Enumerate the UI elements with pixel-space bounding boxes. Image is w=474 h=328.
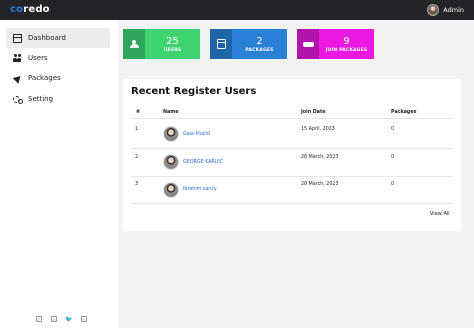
column-header-name: Name [163, 110, 179, 115]
column-header-packages: Packages [391, 110, 417, 115]
panel-title: Recent Register Users [131, 86, 257, 97]
avatar [163, 154, 179, 170]
column-header-number: # [136, 110, 141, 115]
users-icon [13, 53, 22, 63]
facebook-icon[interactable]: f [36, 316, 42, 322]
packages-count: 0 [391, 127, 395, 132]
calendar-icon [216, 39, 226, 49]
packages-count: 0 [391, 155, 395, 160]
stat-value: 2 [256, 35, 263, 47]
view-all-link[interactable]: View All [430, 211, 450, 217]
gear-icon [13, 95, 23, 104]
stat-label: JOIN PACKAGES [325, 47, 368, 53]
dashboard-icon [13, 33, 22, 43]
stat-card-packages[interactable]: 2 PACKAGES [210, 29, 287, 59]
twitter-icon[interactable]: 🐦 [65, 316, 72, 323]
sidebar: Dashboard Users Packages Setting [0, 20, 118, 328]
stat-card-join-packages[interactable]: 9 JOIN PACKAGES [297, 29, 374, 59]
row-number: 3 [135, 182, 139, 187]
linkedin-icon[interactable]: in [81, 316, 87, 322]
column-header-join-date: Join Date [301, 110, 326, 115]
divider [131, 176, 453, 177]
user-menu[interactable]: Admin [427, 3, 464, 17]
user-name-link[interactable]: Ibrehim sanzy [183, 187, 217, 192]
join-date: 20 March, 2023 [301, 182, 339, 187]
sidebar-item-label: Dashboard [28, 34, 66, 42]
instagram-icon[interactable]: ◎ [51, 316, 57, 322]
stat-card-users[interactable]: 25 USERS [123, 29, 200, 59]
sidebar-item-setting[interactable]: Setting [6, 89, 110, 109]
user-name-link[interactable]: GEORGE KARUIC [183, 160, 223, 165]
avatar [427, 4, 440, 16]
user-name: Admin [443, 6, 464, 14]
divider [131, 148, 453, 149]
avatar [163, 126, 179, 142]
avatar [163, 182, 179, 198]
stat-label: USERS [163, 47, 182, 53]
user-name-link[interactable]: Gaia khalid [183, 132, 210, 137]
row-number: 2 [135, 155, 139, 160]
join-date: 15 April, 2023 [301, 127, 335, 132]
packages-count: 0 [391, 182, 395, 187]
rocket-icon [13, 74, 22, 83]
row-number: 1 [135, 127, 139, 132]
sidebar-item-packages[interactable]: Packages [6, 68, 110, 88]
sidebar-item-dashboard[interactable]: Dashboard [6, 28, 110, 48]
stat-value: 9 [343, 35, 350, 47]
app-logo[interactable]: coredo [10, 4, 50, 15]
stat-value: 25 [166, 35, 179, 47]
stat-label: PACKAGES [245, 47, 274, 53]
recent-users-panel: Recent Register Users # Name Join Date P… [123, 79, 461, 231]
top-bar: coredo Admin [0, 0, 474, 20]
divider [131, 118, 453, 119]
sidebar-item-label: Users [28, 54, 48, 62]
sidebar-item-label: Packages [28, 74, 61, 82]
sidebar-item-label: Setting [28, 95, 54, 103]
sidebar-item-users[interactable]: Users [6, 48, 110, 68]
join-date: 28 March, 2023 [301, 155, 339, 160]
users-icon [129, 39, 140, 49]
social-links: f ◎ 🐦 in [36, 316, 87, 323]
divider [131, 203, 453, 204]
handshake-icon [302, 40, 314, 49]
